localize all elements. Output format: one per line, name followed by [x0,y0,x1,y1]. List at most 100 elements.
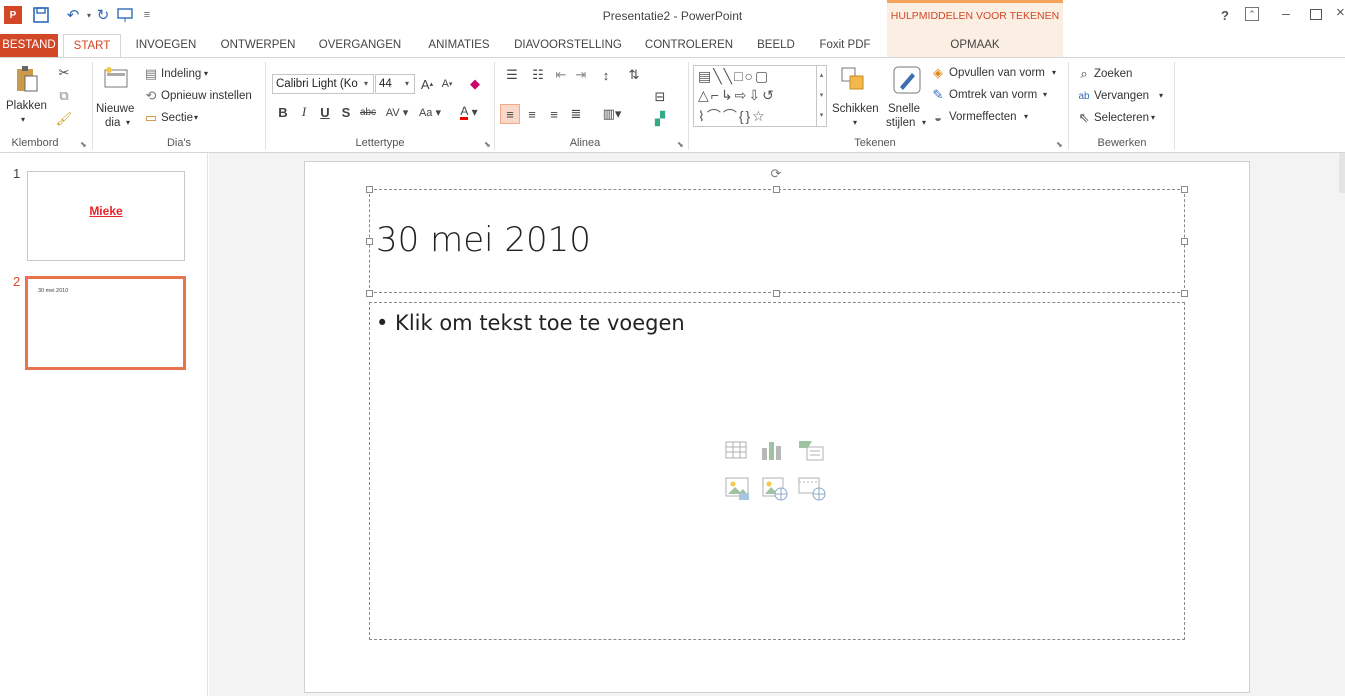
find-icon[interactable]: ⌕ [1076,66,1092,82]
klembord-launcher-icon[interactable]: ⬊ [80,140,89,149]
text-direction-icon[interactable]: ⇅ [622,66,646,84]
align-right-icon[interactable]: ≡ [544,104,564,124]
grow-font-icon[interactable]: A ▴ [418,74,436,94]
quick-styles-label-2[interactable]: stijlen [886,117,915,129]
insert-picture-icon[interactable] [725,475,751,501]
shadow-icon[interactable]: S [337,102,355,122]
title-placeholder[interactable]: 30 mei 2010 [369,189,1185,293]
resize-handle[interactable] [366,290,373,297]
increase-indent-icon[interactable]: ⇥ [572,66,590,84]
copy-icon[interactable]: ⧉ [55,87,73,105]
insert-online-picture-icon[interactable] [762,475,788,501]
content-placeholder[interactable]: • Klik om tekst toe te voegen [369,302,1185,640]
shapes-row-1[interactable]: ▤╲╲□○▢ [698,68,770,85]
font-name-combo[interactable]: Calibri Light (Ko ▾ [272,74,374,94]
quick-styles-icon[interactable] [890,64,924,96]
rotate-handle-icon[interactable]: ⟳ [768,166,784,182]
select-label[interactable]: Selecteren [1094,112,1149,124]
section-label[interactable]: Sectie [161,112,193,124]
layout-dropdown-icon[interactable]: ▾ [204,69,208,78]
insert-smartart-icon[interactable] [798,439,824,461]
new-slide-label[interactable]: Nieuwe [96,103,134,115]
slide-canvas[interactable]: 30 mei 2010 ⟳ • Klik om tekst toe te voe… [304,161,1250,693]
shape-fill-label[interactable]: Opvullen van vorm [949,67,1045,79]
clear-formatting-icon[interactable]: ◆ [466,74,484,94]
paste-dropdown-icon[interactable]: ▾ [21,115,25,124]
resize-handle[interactable] [1181,238,1188,245]
slide-title[interactable]: 30 mei 2010 [376,220,591,260]
bullets-icon[interactable]: ☰ [500,66,524,84]
resize-handle[interactable] [1181,290,1188,297]
arrange-icon[interactable] [838,64,868,94]
align-text-icon[interactable]: ⊟ [648,88,672,106]
layout-label[interactable]: Indeling [161,68,201,80]
tekenen-launcher-icon[interactable]: ⬊ [1056,140,1065,149]
bold-icon[interactable]: B [274,102,292,122]
italic-icon[interactable]: I [295,102,313,122]
font-color-icon[interactable]: A ▾ [452,102,486,122]
shrink-font-icon[interactable]: A ▾ [438,74,456,94]
smartart-icon[interactable]: ▞ [648,110,672,128]
slide-thumbnail-2[interactable]: 30 mei 2010 [25,276,186,370]
underline-icon[interactable]: U [316,102,334,122]
new-slide-icon[interactable] [103,64,129,90]
line-spacing-icon[interactable]: ↕ [594,66,618,84]
reset-label[interactable]: Opnieuw instellen [161,90,252,102]
shapes-gallery[interactable]: ▤╲╲□○▢ △⌐↳⇨⇩↺ ⌇⌒⌒{}☆ [693,65,817,127]
paste-icon[interactable] [10,64,44,94]
insert-video-icon[interactable] [798,475,826,501]
slide-thumbnail-1[interactable]: Mieke [27,171,185,261]
tab-ontwerpen[interactable]: ONTWERPEN [215,34,301,58]
shape-fill-dropdown-icon[interactable]: ▾ [1052,68,1056,77]
content-placeholder-text[interactable]: • Klik om tekst toe te voegen [376,311,685,335]
align-left-icon[interactable]: ≡ [500,104,520,124]
vertical-scrollbar[interactable] [1339,153,1345,193]
minimize-icon[interactable]: – [1282,5,1290,21]
font-size-combo[interactable]: 44 ▾ [375,74,415,94]
numbering-icon[interactable]: ☷ [526,66,550,84]
shape-effects-icon[interactable]: ◒ [930,109,946,125]
shapes-gallery-scroll[interactable]: ▴ ▾ ▾ [817,65,827,127]
shape-outline-label[interactable]: Omtrek van vorm [949,89,1037,101]
decrease-indent-icon[interactable]: ⇤ [552,66,570,84]
resize-handle[interactable] [366,186,373,193]
insert-chart-icon[interactable] [760,439,784,461]
arrange-label[interactable]: Schikken [832,103,879,115]
shape-fill-icon[interactable]: ◈ [930,65,946,81]
shapes-row-3[interactable]: ⌇⌒⌒{}☆ [698,106,767,126]
quick-styles-label[interactable]: Snelle [888,103,920,115]
tab-overgangen[interactable]: OVERGANGEN [312,34,408,58]
select-icon[interactable]: ⇖ [1076,110,1092,126]
shape-outline-icon[interactable]: ✎ [930,87,946,103]
tab-diavoorstelling[interactable]: DIAVOORSTELLING [506,34,630,58]
replace-dropdown-icon[interactable]: ▾ [1159,91,1163,100]
tab-start[interactable]: START [63,34,121,58]
shapes-row-2[interactable]: △⌐↳⇨⇩↺ [698,87,776,104]
select-dropdown-icon[interactable]: ▾ [1151,113,1155,122]
font-name-dropdown-icon[interactable]: ▾ [359,75,373,93]
quick-styles-dropdown-icon[interactable]: ▾ [922,118,926,127]
character-spacing-icon[interactable]: AV ▾ [382,102,412,122]
font-size-dropdown-icon[interactable]: ▾ [400,75,414,93]
help-icon[interactable]: ? [1221,8,1229,23]
section-dropdown-icon[interactable]: ▾ [194,113,198,122]
resize-handle[interactable] [366,238,373,245]
justify-icon[interactable]: ≣ [566,104,586,124]
align-center-icon[interactable]: ≡ [522,104,542,124]
tab-foxit-pdf[interactable]: Foxit PDF [812,34,878,58]
tab-opmaak[interactable]: OPMAAK [887,34,1063,58]
paste-label[interactable]: Plakken [6,100,47,112]
shape-effects-dropdown-icon[interactable]: ▾ [1024,112,1028,121]
tab-invoegen[interactable]: INVOEGEN [127,34,205,58]
section-icon[interactable]: ▭ [144,110,158,125]
maximize-icon[interactable] [1310,9,1322,20]
arrange-dropdown-icon[interactable]: ▾ [853,118,857,127]
tab-animaties[interactable]: ANIMATIES [418,34,500,58]
columns-icon[interactable]: ▥▾ [598,104,626,124]
alinea-launcher-icon[interactable]: ⬊ [677,140,686,149]
new-slide-label-2[interactable]: dia [105,117,120,129]
reset-icon[interactable]: ⟲ [144,88,158,103]
close-icon[interactable]: × [1336,4,1345,21]
shape-effects-label[interactable]: Vormeffecten [949,111,1017,123]
format-painter-icon[interactable]: 🖌 [55,110,73,128]
